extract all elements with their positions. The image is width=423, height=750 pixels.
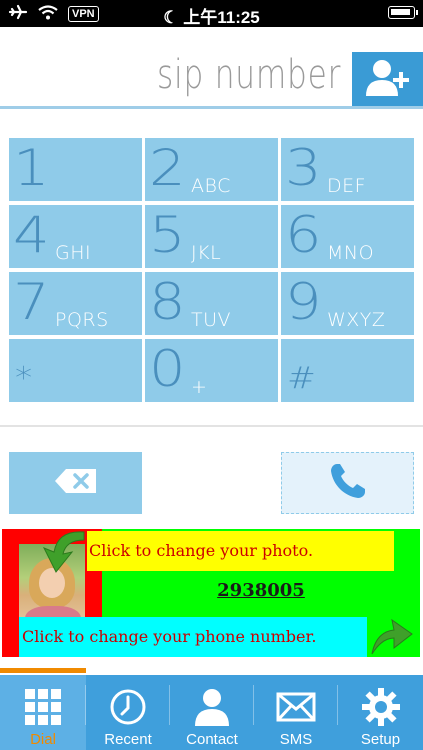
tab-bar: Dial Recent Contact SMS Setup	[0, 675, 423, 750]
gear-icon	[361, 687, 400, 727]
backspace-button[interactable]	[9, 452, 142, 514]
key-9[interactable]: 9 WXYZ	[281, 272, 414, 335]
key-6[interactable]: 6 MNO	[281, 205, 414, 268]
curved-arrow-up-icon	[370, 616, 414, 660]
person-icon	[193, 687, 231, 727]
status-bar: VPN ☾ 上午11:25	[0, 0, 423, 27]
key-3[interactable]: 3 DEF	[281, 138, 414, 201]
change-number-prompt[interactable]: Click to change your phone number.	[19, 617, 367, 657]
tab-label: SMS	[279, 731, 313, 748]
key-4[interactable]: 4 GHI	[9, 205, 142, 268]
key-0[interactable]: 0 +	[145, 339, 278, 402]
key-2[interactable]: 2 ABC	[145, 138, 278, 201]
moon-icon: ☾	[163, 8, 179, 27]
key-8[interactable]: 8 TUV	[145, 272, 278, 335]
tab-label: Setup	[360, 731, 401, 748]
call-button[interactable]	[281, 452, 414, 514]
clock-icon	[109, 687, 147, 727]
tab-sms[interactable]: SMS	[254, 675, 338, 750]
change-photo-prompt[interactable]: Click to change your photo.	[87, 531, 394, 571]
tab-recent[interactable]: Recent	[86, 675, 170, 750]
tab-label: Dial	[30, 731, 56, 748]
add-contact-button[interactable]	[352, 52, 423, 107]
phone-icon	[328, 461, 368, 505]
add-user-icon	[365, 58, 411, 102]
envelope-icon	[276, 687, 316, 727]
key-star[interactable]: *	[9, 339, 142, 402]
active-indicator	[0, 668, 86, 673]
header-divider	[0, 106, 423, 109]
tab-label: Recent	[104, 731, 152, 748]
tab-dial[interactable]: Dial	[0, 675, 86, 750]
profile-banner[interactable]: Click to change your photo. 2938005 Clic…	[0, 528, 423, 658]
key-hash[interactable]: #	[281, 339, 414, 402]
tab-label: Contact	[186, 731, 238, 748]
dial-keypad: 1 2 ABC 3 DEF 4 GHI 5 JKL 6 MNO 7 PQRS 8 TUV 9W…	[9, 138, 414, 402]
page-title: sip number	[156, 52, 341, 98]
key-1[interactable]: 1	[9, 138, 142, 201]
tab-contact[interactable]: Contact	[170, 675, 254, 750]
status-time: ☾ 上午11:25	[163, 8, 260, 27]
keypad-divider	[0, 425, 423, 427]
key-7[interactable]: 7 PQRS	[9, 272, 142, 335]
curved-arrow-icon	[36, 528, 88, 578]
backspace-icon	[54, 468, 98, 498]
battery-icon	[388, 6, 418, 19]
phone-number[interactable]: 2938005	[102, 580, 420, 601]
key-5[interactable]: 5 JKL	[145, 205, 278, 268]
tab-setup[interactable]: Setup	[338, 675, 423, 750]
keypad-grid-icon	[24, 687, 62, 727]
